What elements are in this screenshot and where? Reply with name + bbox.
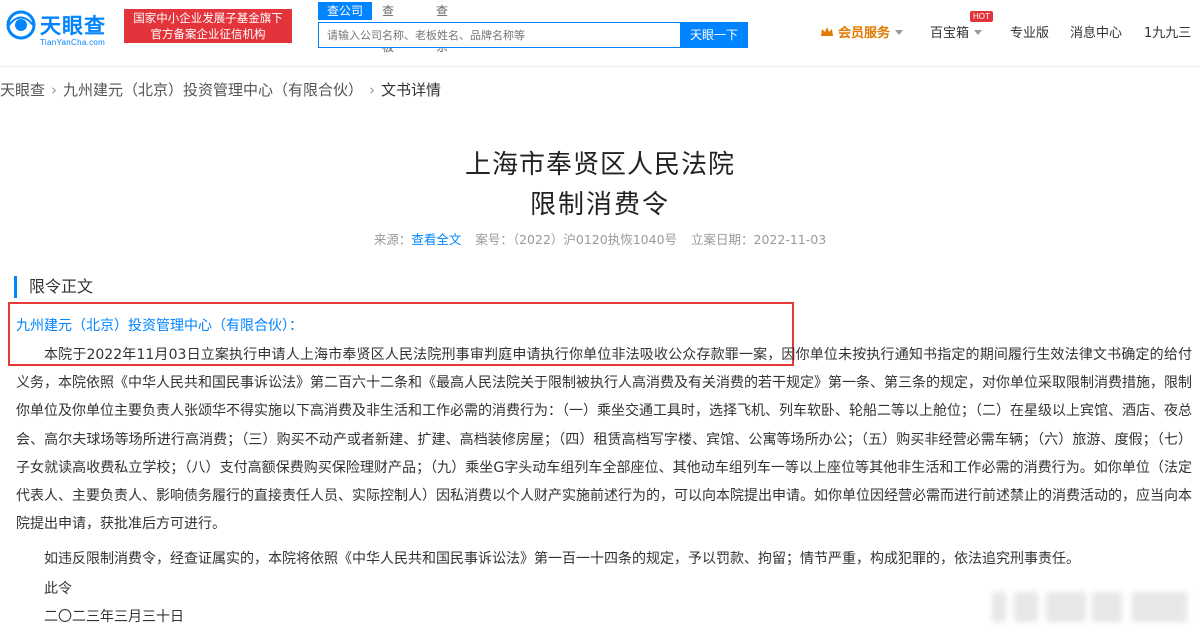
tianyancha-logo-icon — [6, 10, 36, 40]
vip-service-label: 会员服务 — [838, 26, 891, 41]
search-area: 查公司 查老板 查关系 天眼一下 — [318, 2, 758, 62]
tab-relation[interactable]: 查关系 — [436, 2, 448, 54]
breadcrumb-company[interactable]: 九州建元（北京）投资管理中心（有限合伙） — [63, 81, 363, 99]
vip-service-menu[interactable]: 会员服务 — [820, 24, 904, 44]
breadcrumb-separator: › — [369, 81, 376, 99]
breadcrumb-separator: › — [51, 81, 58, 99]
search-input[interactable] — [319, 23, 679, 47]
logo-domain: TianYanCha.com — [40, 38, 106, 47]
document-date: 二〇二三年三月三十日 — [44, 609, 184, 625]
case-number: 案号：（2022）沪0120执恢1040号 — [475, 232, 678, 247]
user-name[interactable]: 1九九三 — [1144, 24, 1191, 44]
banner-line-1: 国家中小企业发展子基金旗下 — [133, 11, 283, 25]
source-label: 来源： — [373, 232, 412, 247]
breadcrumb: 天眼查 › 九州建元（北京）投资管理中心（有限合伙） › 文书详情 — [0, 78, 441, 102]
court-name: 上海市奉贤区人民法院 — [464, 150, 735, 180]
warning-text: 如违反限制消费令，经查证属实的，本院将依照《中华人民共和国民事诉讼法》第一百一十… — [44, 551, 1080, 567]
search-button[interactable]: 天眼一下 — [680, 22, 748, 48]
closing-text: 此令 — [44, 581, 72, 597]
view-full-text-link[interactable]: 查看全文 — [411, 232, 461, 247]
message-center-link[interactable]: 消息中心 — [1070, 24, 1122, 44]
logo-name: 天眼查 — [40, 14, 106, 38]
hot-badge: HOT — [970, 11, 993, 22]
breadcrumb-current: 文书详情 — [381, 81, 442, 99]
top-header: 天眼查 TianYanCha.com 国家中小企业发展子基金旗下 官方备案企业征… — [0, 0, 1200, 67]
order-body-text: 本院于2022年11月03日立案执行申请人上海市奉贤区人民法院刑事审判庭申请执行… — [16, 347, 1192, 533]
section-title: 限令正文 — [14, 276, 93, 298]
crown-icon — [821, 27, 833, 36]
official-banner[interactable]: 国家中小企业发展子基金旗下 官方备案企业征信机构 — [124, 9, 292, 43]
breadcrumb-home[interactable]: 天眼查 — [0, 81, 45, 99]
site-logo[interactable]: 天眼查 TianYanCha.com — [6, 8, 116, 48]
search-box: 天眼一下 — [318, 22, 748, 48]
pro-version-link[interactable]: 专业版 — [1010, 24, 1049, 44]
toolbox-label: 百宝箱 — [930, 26, 970, 41]
tab-company[interactable]: 查公司 — [318, 2, 372, 20]
document-title: 限制消费令 — [529, 190, 670, 220]
tab-boss[interactable]: 查老板 — [382, 2, 394, 54]
toolbox-menu[interactable]: 百宝箱 — [930, 24, 983, 44]
party-name-link[interactable]: 九州建元（北京）投资管理中心（有限合伙）： — [16, 315, 303, 337]
chevron-down-icon — [895, 30, 904, 35]
chevron-down-icon — [974, 30, 983, 35]
blurred-watermark — [992, 592, 1192, 622]
banner-line-2: 官方备案企业征信机构 — [150, 27, 266, 41]
filing-date: 立案日期：2022-11-03 — [691, 232, 827, 247]
document-meta: 来源：查看全文 案号：（2022）沪0120执恢1040号 立案日期：2022-11… — [0, 229, 1200, 248]
